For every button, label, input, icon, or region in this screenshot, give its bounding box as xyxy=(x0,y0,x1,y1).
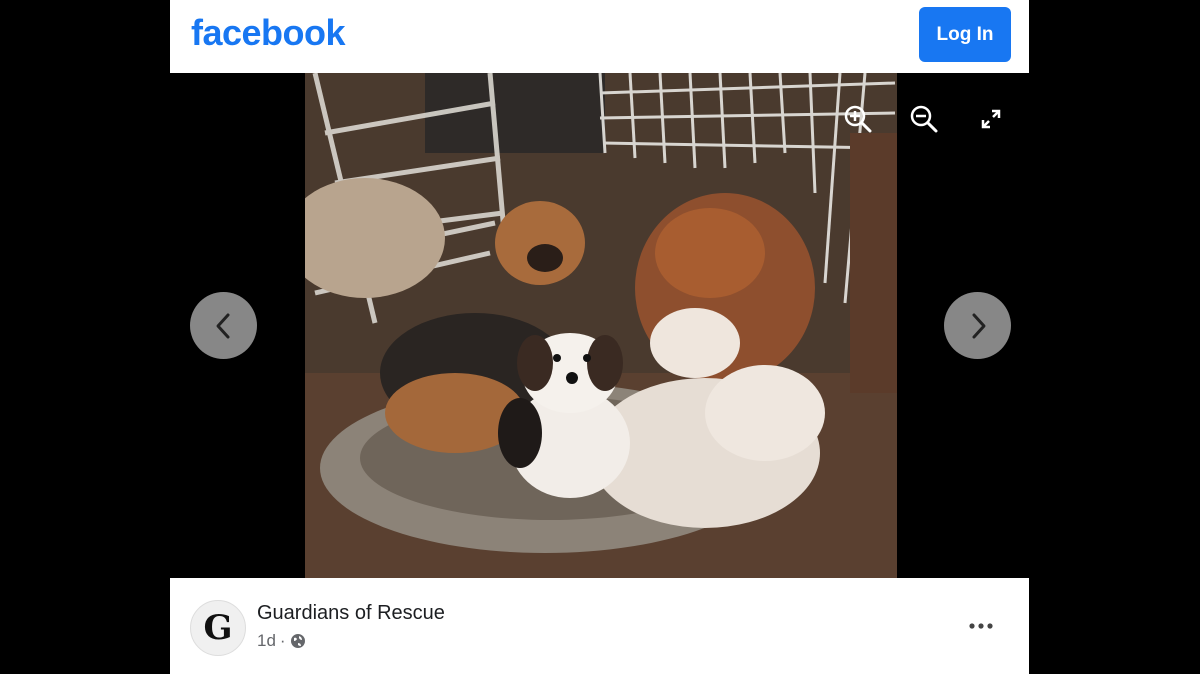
zoom-in-icon xyxy=(844,105,872,133)
page-avatar[interactable]: G xyxy=(190,600,246,656)
post-footer: G Guardians of Rescue 1d · xyxy=(170,578,1029,674)
avatar-letter: G xyxy=(203,608,233,648)
chevron-right-icon xyxy=(972,313,985,338)
post-meta: 1d · xyxy=(257,631,306,651)
post-timestamp[interactable]: 1d xyxy=(257,631,276,651)
facebook-logo[interactable]: facebook xyxy=(191,12,346,54)
more-options-button[interactable] xyxy=(966,614,996,638)
zoom-out-button[interactable] xyxy=(906,101,942,137)
meta-separator: · xyxy=(279,631,286,650)
page-name-link[interactable]: Guardians of Rescue xyxy=(257,602,445,625)
zoom-out-icon xyxy=(910,105,938,133)
more-options-icon xyxy=(969,623,993,629)
next-photo-button[interactable] xyxy=(944,292,1011,359)
dogs-photo-illustration xyxy=(305,73,897,578)
fullscreen-icon xyxy=(981,109,1001,129)
photo-area xyxy=(170,73,1029,578)
post-viewer: facebook Log In G Guardians of Rescue 1d… xyxy=(170,0,1029,674)
globe-icon xyxy=(290,634,305,648)
fullscreen-button[interactable] xyxy=(973,101,1009,137)
top-bar: facebook Log In xyxy=(170,0,1029,73)
zoom-in-button[interactable] xyxy=(840,101,876,137)
previous-photo-button[interactable] xyxy=(190,292,257,359)
post-photo xyxy=(305,73,897,578)
login-button[interactable]: Log In xyxy=(919,7,1011,62)
chevron-left-icon xyxy=(216,313,229,338)
